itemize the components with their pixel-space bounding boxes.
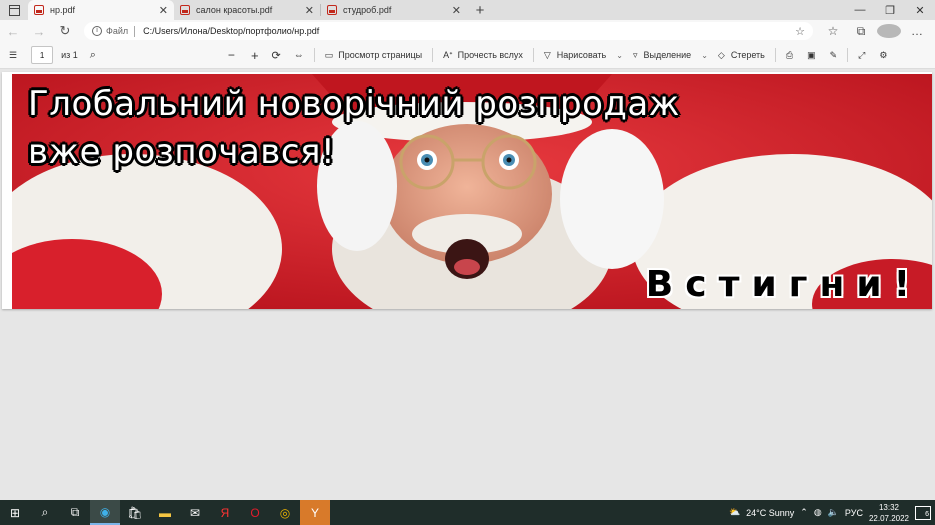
- save-icon[interactable]: ▣: [807, 50, 816, 61]
- url-field[interactable]: i Файл C:/Users/Илона/Desktop/портфолио/…: [84, 22, 813, 40]
- headline: Глобальний новорічний розпродаж вже розп…: [28, 80, 680, 176]
- fullscreen-icon[interactable]: ⤢: [858, 50, 865, 61]
- language-indicator[interactable]: РУС: [845, 508, 863, 518]
- eraser-icon[interactable]: ◇: [718, 50, 725, 61]
- close-window-icon[interactable]: ✕: [905, 0, 935, 20]
- tray-apps-icon[interactable]: ⌃: [800, 507, 808, 518]
- url-scheme-label: Файл: [106, 26, 129, 36]
- yandex-icon[interactable]: Я: [210, 500, 240, 525]
- call-to-action: Встигни!: [645, 264, 922, 305]
- clock[interactable]: 13:32 22.07.2022: [869, 502, 909, 524]
- favorite-add-icon[interactable]: ☆: [795, 25, 805, 38]
- rotate-icon[interactable]: ⟳: [272, 49, 281, 62]
- pdf-icon: [34, 5, 44, 15]
- zoom-in-icon[interactable]: +: [251, 48, 259, 63]
- browser-actions: ☆ ⧉ …: [821, 24, 929, 39]
- print-icon[interactable]: ⎙: [786, 50, 793, 61]
- info-icon[interactable]: i: [92, 26, 102, 36]
- contents-icon[interactable]: ☰: [9, 50, 17, 61]
- settings-gear-icon[interactable]: ⚙: [879, 50, 887, 61]
- highlight-button[interactable]: Выделение: [643, 50, 691, 60]
- network-icon[interactable]: ◍: [814, 507, 822, 518]
- pdf-viewer[interactable]: Глобальний новорічний розпродаж вже розп…: [0, 70, 935, 500]
- more-menu-icon[interactable]: …: [905, 24, 929, 39]
- collections-icon[interactable]: ⧉: [849, 24, 873, 39]
- windows-start-icon[interactable]: ⊞: [0, 500, 30, 525]
- address-bar: ← → ↻ i Файл C:/Users/Илона/Desktop/порт…: [0, 20, 935, 42]
- tab-actions-button[interactable]: [0, 0, 28, 20]
- read-aloud-icon[interactable]: Aᐩ: [443, 50, 453, 61]
- close-icon[interactable]: ✕: [159, 4, 168, 17]
- window-controls: — ❐ ✕: [845, 0, 935, 20]
- pdf-icon: [327, 5, 337, 15]
- notifications-icon[interactable]: 6: [915, 505, 931, 520]
- tab-strip: нр.pdf ✕ салон красоты.pdf ✕ студроб.pdf…: [0, 0, 935, 20]
- erase-button[interactable]: Стереть: [731, 50, 765, 60]
- store-icon[interactable]: 🛍: [120, 500, 150, 525]
- url-text[interactable]: C:/Users/Илона/Desktop/портфолио/нр.pdf: [143, 26, 795, 36]
- sale-banner: Глобальний новорічний розпродаж вже розп…: [12, 74, 932, 309]
- mail-icon[interactable]: ✉: [180, 500, 210, 525]
- favorites-icon[interactable]: ☆: [821, 24, 845, 39]
- close-icon[interactable]: ✕: [452, 4, 461, 17]
- search-icon[interactable]: ⌕: [30, 500, 60, 525]
- volume-icon[interactable]: 🔈: [828, 507, 839, 518]
- toolbar-divider: [847, 48, 849, 62]
- pdf-toolbar: ☰ 1 из 1 ⌕ − + ⟳ ⇔ ▭ Просмотр страницы A…: [0, 42, 935, 69]
- tab-title: студроб.pdf: [343, 5, 392, 15]
- draw-button[interactable]: Нарисовать: [557, 50, 606, 60]
- system-tray: ⛅ 24°C Sunny ⌃ ◍ 🔈 РУС 13:32 22.07.2022 …: [729, 502, 935, 524]
- taskbar: ⊞ ⌕ ⧉ ◉ 🛍 ▬ ✉ Я O ◎ Y ⛅ 24°C Sunny ⌃ ◍ 🔈…: [0, 500, 935, 525]
- weather-text[interactable]: 24°C Sunny: [746, 508, 794, 518]
- toolbar-divider: [313, 48, 315, 62]
- avatar: [877, 24, 901, 39]
- tab-studrob[interactable]: студроб.pdf ✕: [321, 0, 467, 20]
- zoom-out-icon[interactable]: −: [228, 48, 235, 62]
- clock-date: 22.07.2022: [868, 513, 909, 523]
- opera-icon[interactable]: O: [240, 500, 270, 525]
- chevron-down-icon[interactable]: ⌄: [616, 51, 623, 60]
- search-icon[interactable]: ⌕: [90, 49, 96, 62]
- edge-icon[interactable]: ◉: [90, 500, 120, 525]
- toolbar-divider: [774, 48, 776, 62]
- tab-salon-krasoty[interactable]: салон красоты.pdf ✕: [174, 0, 320, 20]
- pdf-page: Глобальний новорічний розпродаж вже розп…: [2, 72, 932, 309]
- close-icon[interactable]: ✕: [305, 4, 314, 17]
- page-number-input[interactable]: 1: [31, 46, 54, 64]
- maximize-icon[interactable]: ❐: [875, 0, 905, 20]
- clock-time: 13:32: [878, 502, 899, 512]
- page-view-button[interactable]: Просмотр страницы: [338, 50, 422, 60]
- url-divider: [134, 25, 136, 37]
- headline-line-1: Глобальний новорічний розпродаж: [28, 84, 680, 124]
- toolbar-divider: [532, 48, 534, 62]
- chrome-icon[interactable]: ◎: [270, 500, 300, 525]
- pdf-icon: [180, 5, 190, 15]
- minimize-icon[interactable]: —: [845, 0, 875, 20]
- tab-nr-pdf[interactable]: нр.pdf ✕: [28, 0, 174, 20]
- tab-title: нр.pdf: [50, 5, 75, 15]
- file-explorer-icon[interactable]: ▬: [150, 500, 180, 525]
- task-view-icon[interactable]: ⧉: [60, 500, 90, 525]
- back-icon[interactable]: ←: [0, 24, 26, 39]
- yandex-browser-icon[interactable]: Y: [300, 500, 330, 525]
- new-tab-button[interactable]: +: [467, 0, 493, 20]
- highlight-icon[interactable]: ▿: [633, 50, 638, 61]
- forward-icon[interactable]: →: [26, 24, 52, 39]
- fit-page-icon[interactable]: ⇔: [294, 50, 304, 61]
- draw-icon[interactable]: ▽: [544, 50, 551, 61]
- page-count-label: из 1: [61, 50, 78, 60]
- weather-icon[interactable]: ⛅: [729, 507, 740, 518]
- page-view-icon[interactable]: ▭: [325, 50, 334, 61]
- profile-button[interactable]: [877, 24, 901, 39]
- refresh-icon[interactable]: ↻: [52, 23, 78, 39]
- tab-actions-icon: [8, 4, 20, 16]
- read-aloud-button[interactable]: Прочесть вслух: [458, 50, 523, 60]
- tab-title: салон красоты.pdf: [196, 5, 273, 15]
- chevron-down-icon[interactable]: ⌄: [701, 51, 708, 60]
- headline-line-2: вже розпочався!: [28, 132, 336, 172]
- save-as-icon[interactable]: ✎: [830, 50, 838, 61]
- toolbar-divider: [432, 48, 434, 62]
